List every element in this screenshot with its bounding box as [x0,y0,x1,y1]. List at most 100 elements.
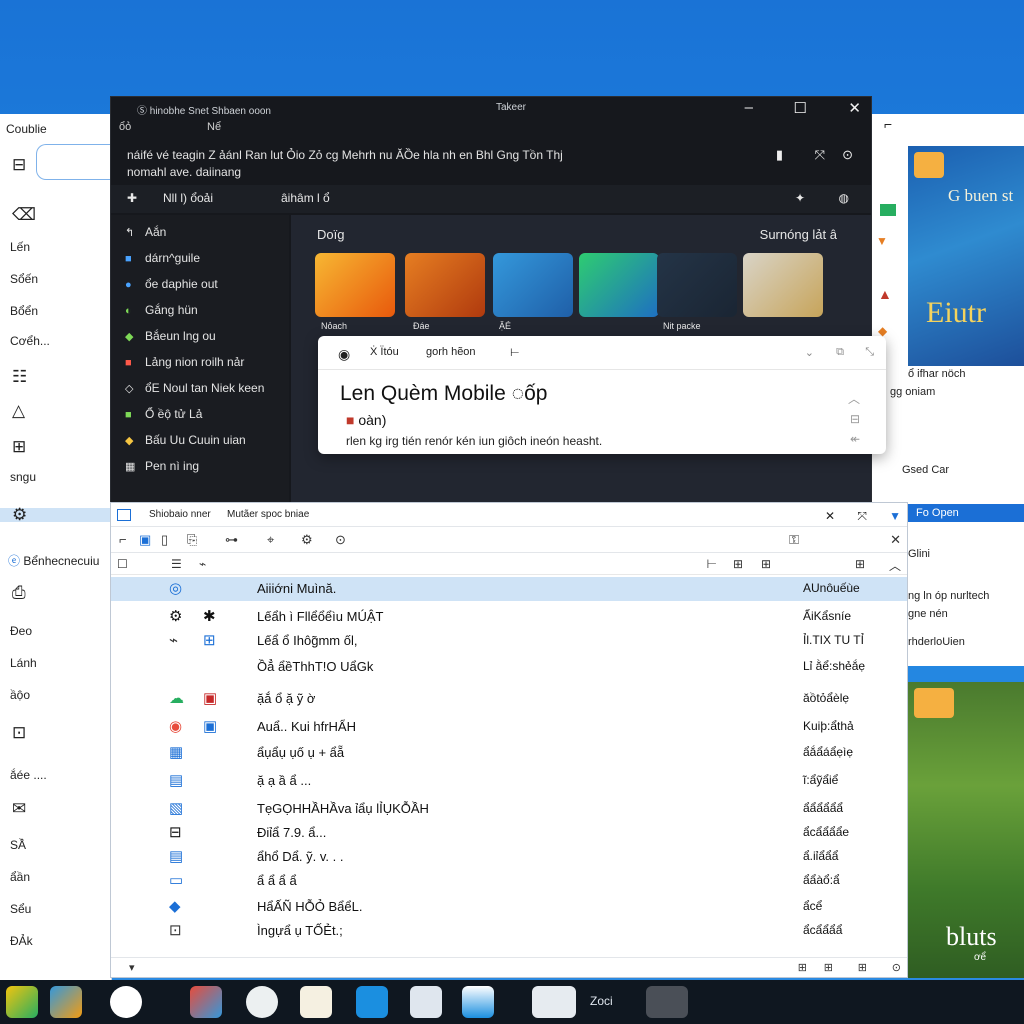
list-icon[interactable]: ☷ [12,368,32,386]
triangle-icon[interactable]: △ [12,402,32,420]
view-icon[interactable]: ⊞ [798,961,807,974]
list-row[interactable]: ◉ ▣ Auẩ.. Kui hfrHẨH Kuiþ:ẩthả [111,715,907,739]
menu-item[interactable]: rhderloUien [908,636,965,648]
mail-icon[interactable]: ✉ [12,800,32,818]
left-item[interactable]: Sổến [10,272,38,286]
sidebar-item[interactable]: ● ổe daphie out [125,277,218,291]
column-icon[interactable]: ⊞ [733,557,743,571]
lock-icon[interactable]: ⚿ [789,532,799,548]
chevron-up-icon[interactable]: ︿ [848,390,860,407]
store-icon[interactable] [356,986,388,1018]
nav-item[interactable]: âihâm l ổ [281,191,330,205]
sidebar-item[interactable]: ■ Lảng nion roilh nảr [125,355,244,369]
close-icon[interactable]: ✕ [825,509,835,523]
column-icon[interactable]: ⊢ [707,557,717,571]
left-item[interactable]: ⓔ Bểnhecnecuiu [8,552,99,569]
share-icon[interactable]: ⎘ [187,532,197,548]
list-row[interactable]: ⌁ ⊞ Lếẩ ổ Ihôg̃mm ốl, Ỉl.TIX TU TỈ [111,629,907,653]
search-box[interactable] [36,144,112,180]
chrome-icon[interactable] [246,986,278,1018]
tag-icon[interactable]: ⌖ [267,532,274,548]
list-row[interactable]: Ồẳ ẩềThhT!O UẩGk Lỉ ằể:shẻắẹ [111,655,907,679]
sort-icon[interactable]: ☰ [171,557,182,571]
left-item[interactable]: Ðeo [10,624,32,638]
app-tile[interactable] [493,253,573,317]
settings-icon[interactable]: ⊙ [892,961,901,974]
notes-icon[interactable] [300,986,332,1018]
close-icon[interactable]: ✕ [890,532,901,548]
pin-icon[interactable]: ✚ [127,191,137,205]
chevron-down-icon[interactable]: ⌄ [805,346,814,359]
trash-icon[interactable]: ▮ [776,147,783,163]
browser-icon[interactable] [110,986,142,1018]
sidebar-item[interactable]: ◆ Bấu Uu Cuuin uian [125,433,246,447]
lock-icon[interactable]: ⊙ [335,532,346,548]
avatar-icon[interactable]: ◉ [338,346,350,363]
menu-icon[interactable]: ⊢ [510,346,520,359]
sidebar-item[interactable]: ▦ Pen nì ing [125,459,199,473]
app-tile[interactable] [315,253,395,317]
list-row[interactable]: ▭ ẩ ẩ ẩ ẩ ẩẩàổ:ẩ [111,869,907,893]
left-item[interactable]: Lánh [10,656,37,670]
sidebar-item[interactable]: ↰ Aắn [125,225,166,239]
settings-icon[interactable]: ⚙ [12,506,32,524]
left-item[interactable]: sngu [10,470,36,484]
filter-icon[interactable]: ⌁ [199,557,206,571]
chevron-down-icon[interactable]: ▾ [129,961,135,974]
app-tile[interactable] [743,253,823,317]
expand-icon[interactable]: ⤧ [857,509,867,524]
mail-icon[interactable] [462,986,494,1018]
star-icon[interactable]: ✦ [795,191,805,205]
share-icon[interactable]: ↞ [850,432,860,446]
left-item[interactable]: Lến [10,240,30,254]
column-icon[interactable]: ⊞ [761,557,771,571]
pin-icon[interactable]: ▼ [889,509,901,523]
copy-icon[interactable]: ⧉ [836,346,844,359]
close-icon[interactable]: ✕ [848,99,861,117]
column-icon[interactable]: ⊞ [855,557,865,571]
file-explorer-icon[interactable] [6,986,38,1018]
sidebar-item[interactable]: ■ Ổ ềộ tử Lả [125,407,202,421]
checkbox[interactable]: ☐ [117,557,128,571]
settings-icon[interactable]: ⚙ [301,532,313,548]
list-row[interactable]: ◆ HẩẤÑ HỖỎ BẩểL. ẩcể [111,895,907,919]
back-icon[interactable]: ⌫ [12,206,36,224]
bus-icon[interactable]: ⊡ [12,724,32,742]
menu-item[interactable]: Nể [207,121,221,133]
section-link[interactable]: Surnóng lảt â [760,227,837,242]
view-icon[interactable]: ⊞ [824,961,833,974]
map-icon[interactable] [50,986,82,1018]
left-item[interactable]: Bổển [10,304,38,318]
list-row[interactable]: ▤ ẩhổ Dẩ. ỹ. v. . . ẩ.iỉẩẩẩ [111,845,907,869]
close-icon[interactable]: ⌐ [884,116,892,132]
settings-icon[interactable]: ⊙ [842,147,853,163]
list-row-selected[interactable]: ◎ Aiiiớni Muìnă. AUnôuếùe [111,577,907,601]
nav-item[interactable]: Nll l) ổoải [163,191,213,205]
list-row[interactable]: ☁ ▣ ặắ ổ ặ ỹ ờ ăồtỏẩèlẹ [111,687,907,711]
sidebar-item[interactable]: ■ dárn^guile [125,251,200,265]
sidebar-item[interactable]: ◐ Gắng hün [125,303,198,317]
back-icon[interactable]: ⌐ [119,532,127,547]
popup-tab[interactable]: gorh hẽon [426,346,476,358]
app-window-icon[interactable] [532,986,576,1018]
left-item[interactable]: ắée .... [10,768,47,782]
app-tile[interactable] [657,253,737,317]
link-icon[interactable]: ⊶ [225,532,238,548]
list-row[interactable]: ⚙ ✱ Lếẩh ì Fllểổểìu MÚẬT ẨiKẩsníe [111,605,907,629]
left-item[interactable]: ầộo [10,688,30,702]
list-row[interactable]: ▤ ặ ạ ầ ẩ ... ĩ:ẩỹẩiể [111,769,907,793]
left-item[interactable]: Cơểh... [10,334,50,348]
app-window-icon[interactable] [646,986,688,1018]
file-icon[interactable]: ▯ [161,532,168,548]
sidebar-item[interactable]: ◆ Bắeun lng ou [125,329,216,343]
left-item[interactable]: SẦ [10,838,26,852]
expand-icon[interactable]: ⤧ [815,147,825,163]
list-row[interactable]: ▧ TẹGỌHHẦHẦva ỉẩụ lỈỤKỖẦH ẩẩẩẩẩẩ [111,797,907,821]
menu-item[interactable]: ổỏ [119,121,131,133]
document-icon[interactable] [410,986,442,1018]
menu-item-selected[interactable]: Fo Open [908,504,1024,522]
left-item[interactable]: Sểu [10,902,31,916]
menu-item[interactable]: Gsed Car [902,464,949,476]
list-row[interactable]: ▦ ẩụẩụ ụố ụ + ẩẵ ẩắẩáẩẹìẹ [111,741,907,765]
list-row[interactable]: ⊟ Ðiỉẩ 7.9. ẩ... ẩcẩẩẩẩe [111,821,907,845]
